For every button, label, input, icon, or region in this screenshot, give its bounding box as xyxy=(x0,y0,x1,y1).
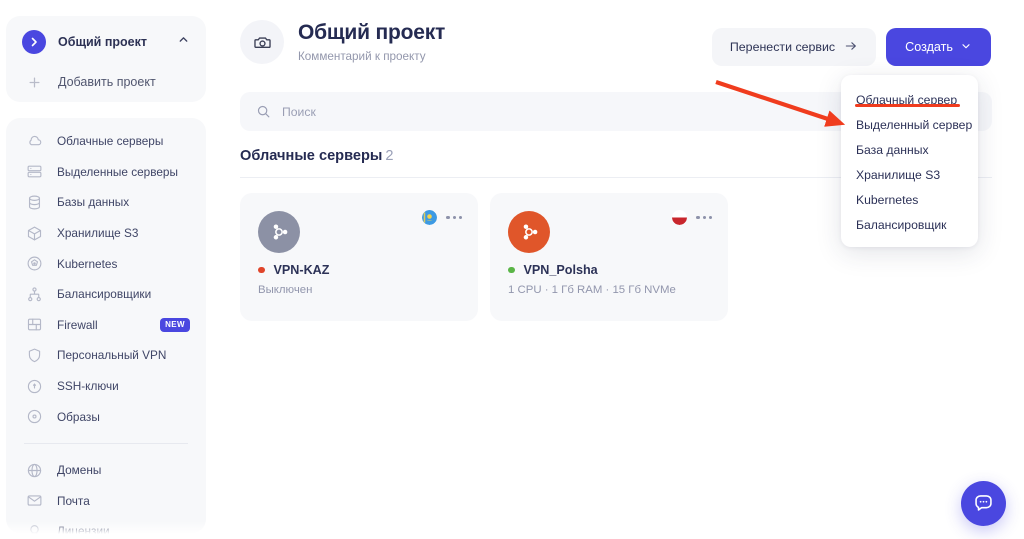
create-menu-item-load-balancer[interactable]: Балансировщик xyxy=(841,212,978,237)
sidebar-item-databases[interactable]: Базы данных xyxy=(6,187,206,218)
section-heading: Облачные серверы2 xyxy=(240,148,394,164)
create-menu-item-kubernetes[interactable]: Kubernetes xyxy=(841,187,978,212)
poland-flag-icon xyxy=(672,210,687,225)
new-badge: NEW xyxy=(160,318,190,332)
kubernetes-icon xyxy=(24,254,44,274)
sidebar-item-mail[interactable]: Почта xyxy=(6,486,206,517)
shield-icon xyxy=(24,345,44,365)
create-menu-item-dedicated-server[interactable]: Выделенный сервер xyxy=(841,112,978,137)
project-selector-card: Общий проект Добавить проект xyxy=(6,16,206,102)
chat-support-button[interactable] xyxy=(961,481,1006,526)
section-count: 2 xyxy=(385,148,393,164)
ubuntu-icon xyxy=(508,211,550,253)
sidebar-item-label: SSH-ключи xyxy=(57,379,119,393)
server-card-actions xyxy=(422,210,462,225)
chevron-right-icon xyxy=(22,30,46,54)
mail-icon xyxy=(24,491,44,511)
sidebar-item-label: Firewall xyxy=(57,318,98,332)
server-card[interactable]: VPN_Polsha 1 CPU · 1 Гб RAM · 15 Гб NVMe xyxy=(490,193,728,321)
sidebar-item-label: Почта xyxy=(57,494,90,508)
cloud-icon xyxy=(24,131,44,151)
sidebar-divider xyxy=(24,443,188,444)
sidebar-item-s3-storage[interactable]: Хранилище S3 xyxy=(6,218,206,249)
sidebar-item-images[interactable]: Образы xyxy=(6,401,206,432)
sidebar-item-load-balancers[interactable]: Балансировщики xyxy=(6,279,206,310)
more-horizontal-icon[interactable] xyxy=(446,216,462,219)
create-dropdown-menu: Облачный сервер Выделенный сервер База д… xyxy=(841,75,978,247)
page-header-text: Общий проект Комментарий к проекту xyxy=(298,21,445,63)
sidebar-item-domains[interactable]: Домены xyxy=(6,455,206,486)
sidebar-item-label: Персональный VPN xyxy=(57,348,166,362)
sidebar-item-label: Балансировщики xyxy=(57,287,151,301)
sidebar-item-ssh-keys[interactable]: SSH-ключи xyxy=(6,371,206,402)
kazakhstan-flag-icon xyxy=(422,210,437,225)
sidebar-add-project[interactable]: Добавить проект xyxy=(6,62,206,102)
page-title: Общий проект xyxy=(298,21,445,46)
page-header: Общий проект Комментарий к проекту xyxy=(240,20,445,64)
load-balancer-icon xyxy=(24,284,44,304)
sidebar-item-label: Базы данных xyxy=(57,195,129,209)
server-card[interactable]: VPN-KAZ Выключен xyxy=(240,193,478,321)
sidebar: Общий проект Добавить проект Облачные се xyxy=(0,0,212,539)
sidebar-item-licenses[interactable]: Лицензии xyxy=(6,516,206,539)
chevron-up-icon[interactable] xyxy=(177,33,190,51)
camera-icon[interactable] xyxy=(240,20,284,64)
server-name-row: VPN_Polsha xyxy=(508,263,598,277)
more-horizontal-icon[interactable] xyxy=(696,216,712,219)
sidebar-item-personal-vpn[interactable]: Персональный VPN xyxy=(6,340,206,371)
sidebar-item-label: Kubernetes xyxy=(57,257,117,271)
server-name-row: VPN-KAZ xyxy=(258,263,329,277)
create-button-label: Создать xyxy=(905,40,953,54)
add-project-label: Добавить проект xyxy=(58,75,156,89)
header-actions: Перенести сервис Создать xyxy=(712,28,991,66)
section-title: Облачные серверы xyxy=(240,148,382,164)
project-name: Общий проект xyxy=(58,35,147,49)
app-root: Общий проект Добавить проект Облачные се xyxy=(0,0,1024,539)
ubuntu-icon xyxy=(258,211,300,253)
page-subtitle: Комментарий к проекту xyxy=(298,50,445,63)
server-name: VPN_Polsha xyxy=(524,263,598,277)
sidebar-item-cloud-servers[interactable]: Облачные серверы xyxy=(6,126,206,157)
server-status: Выключен xyxy=(258,284,312,296)
sidebar-nav-group-services: Облачные серверы Выделенные серверы Базы… xyxy=(6,118,206,539)
sidebar-nav-card: Облачные серверы Выделенные серверы Базы… xyxy=(6,118,206,533)
search-icon xyxy=(256,104,271,119)
create-menu-item-database[interactable]: База данных xyxy=(841,137,978,162)
status-badge xyxy=(258,267,265,274)
server-icon xyxy=(24,162,44,182)
create-menu-item-s3-storage[interactable]: Хранилище S3 xyxy=(841,162,978,187)
sidebar-item-kubernetes[interactable]: Kubernetes xyxy=(6,248,206,279)
transfer-service-button[interactable]: Перенести сервис xyxy=(712,28,876,66)
globe-icon xyxy=(24,460,44,480)
sidebar-item-label: Хранилище S3 xyxy=(57,226,138,240)
create-button[interactable]: Создать xyxy=(886,28,991,66)
server-card-list: VPN-KAZ Выключен VPN_Pol xyxy=(240,193,728,321)
sidebar-item-dedicated-servers[interactable]: Выделенные серверы xyxy=(6,157,206,188)
chat-bubble-icon xyxy=(973,492,994,516)
plus-icon xyxy=(22,70,46,94)
server-specs: 1 CPU · 1 Гб RAM · 15 Гб NVMe xyxy=(508,284,676,296)
server-card-actions xyxy=(672,210,712,225)
sidebar-current-project[interactable]: Общий проект xyxy=(6,22,206,62)
annotation-underline xyxy=(855,104,960,107)
firewall-icon xyxy=(24,315,44,335)
database-icon xyxy=(24,192,44,212)
sidebar-item-label: Выделенные серверы xyxy=(57,165,178,179)
create-menu-item-cloud-server[interactable]: Облачный сервер xyxy=(841,87,978,112)
sidebar-item-label: Образы xyxy=(57,410,100,424)
sidebar-item-firewall[interactable]: Firewall NEW xyxy=(6,310,206,341)
license-icon xyxy=(24,521,44,539)
key-icon xyxy=(24,376,44,396)
sidebar-item-label: Облачные серверы xyxy=(57,134,163,148)
arrow-right-icon xyxy=(844,39,858,56)
chevron-down-icon xyxy=(960,40,972,55)
sidebar-item-label: Домены xyxy=(57,463,101,477)
disc-icon xyxy=(24,407,44,427)
server-name: VPN-KAZ xyxy=(274,263,330,277)
status-badge xyxy=(508,267,515,274)
box-icon xyxy=(24,223,44,243)
sidebar-item-label: Лицензии xyxy=(57,524,110,538)
transfer-service-label: Перенести сервис xyxy=(730,40,835,54)
